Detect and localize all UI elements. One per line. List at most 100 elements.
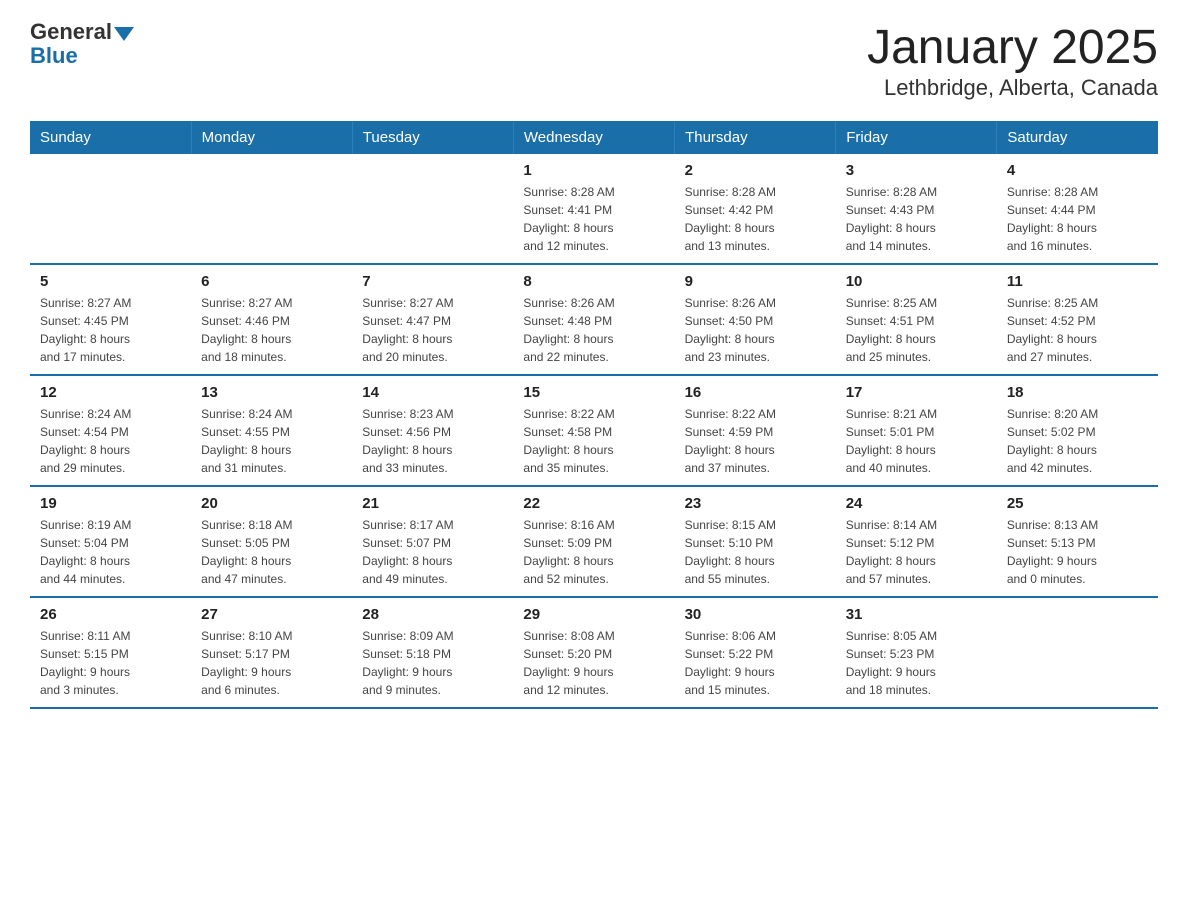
calendar-cell: 29Sunrise: 8:08 AM Sunset: 5:20 PM Dayli… <box>513 597 674 708</box>
day-number: 2 <box>685 162 826 179</box>
calendar-cell: 5 Sunrise: 8:27 AM Sunset: 4:45 PM Daylig… <box>30 264 191 375</box>
day-number: 15 <box>523 384 664 401</box>
day-number: 22 <box>523 495 664 512</box>
calendar-cell <box>352 154 513 264</box>
calendar-week-row: 5 Sunrise: 8:27 AM Sunset: 4:45 PM Daylig… <box>30 264 1158 375</box>
calendar-cell: 21 Sunrise: 8:17 AM Sunset: 5:07 PM Dayli… <box>352 486 513 597</box>
logo: General Blue <box>30 20 134 68</box>
day-info: Sunrise: 8:28 AM Sunset: 4:42 PM Dayligh… <box>685 183 826 255</box>
calendar-cell: 25Sunrise: 8:13 AM Sunset: 5:13 PM Dayli… <box>997 486 1158 597</box>
day-number: 28 <box>362 606 503 623</box>
day-number: 1 <box>523 162 664 179</box>
calendar-cell: 19Sunrise: 8:19 AM Sunset: 5:04 PM Dayli… <box>30 486 191 597</box>
day-of-week-header: Saturday <box>997 121 1158 154</box>
logo-general: General <box>30 20 112 44</box>
day-number: 13 <box>201 384 342 401</box>
calendar-cell: 8 Sunrise: 8:26 AM Sunset: 4:48 PM Daylig… <box>513 264 674 375</box>
calendar-cell: 30 Sunrise: 8:06 AM Sunset: 5:22 PM Dayli… <box>675 597 836 708</box>
day-info: Sunrise: 8:27 AM Sunset: 4:47 PM Dayligh… <box>362 294 503 366</box>
day-info: Sunrise: 8:15 AM Sunset: 5:10 PM Dayligh… <box>685 516 826 588</box>
day-info: Sunrise: 8:22 AM Sunset: 4:59 PM Dayligh… <box>685 405 826 477</box>
calendar-cell: 17 Sunrise: 8:21 AM Sunset: 5:01 PM Dayli… <box>836 375 997 486</box>
calendar-cell: 9Sunrise: 8:26 AM Sunset: 4:50 PM Daylig… <box>675 264 836 375</box>
calendar-body: 1Sunrise: 8:28 AM Sunset: 4:41 PM Daylig… <box>30 154 1158 708</box>
calendar-cell: 1Sunrise: 8:28 AM Sunset: 4:41 PM Daylig… <box>513 154 674 264</box>
day-number: 21 <box>362 495 503 512</box>
day-number: 10 <box>846 273 987 290</box>
calendar-cell: 22Sunrise: 8:16 AM Sunset: 5:09 PM Dayli… <box>513 486 674 597</box>
day-info: Sunrise: 8:22 AM Sunset: 4:58 PM Dayligh… <box>523 405 664 477</box>
calendar-table: SundayMondayTuesdayWednesdayThursdayFrid… <box>30 121 1158 709</box>
calendar-cell: 12Sunrise: 8:24 AM Sunset: 4:54 PM Dayli… <box>30 375 191 486</box>
day-number: 12 <box>40 384 181 401</box>
calendar-cell: 3 Sunrise: 8:28 AM Sunset: 4:43 PM Daylig… <box>836 154 997 264</box>
day-info: Sunrise: 8:05 AM Sunset: 5:23 PM Dayligh… <box>846 627 987 699</box>
calendar-cell: 4 Sunrise: 8:28 AM Sunset: 4:44 PM Daylig… <box>997 154 1158 264</box>
day-info: Sunrise: 8:23 AM Sunset: 4:56 PM Dayligh… <box>362 405 503 477</box>
day-number: 26 <box>40 606 181 623</box>
day-number: 5 <box>40 273 181 290</box>
calendar-cell: 31 Sunrise: 8:05 AM Sunset: 5:23 PM Dayli… <box>836 597 997 708</box>
day-info: Sunrise: 8:09 AM Sunset: 5:18 PM Dayligh… <box>362 627 503 699</box>
calendar-cell: 15 Sunrise: 8:22 AM Sunset: 4:58 PM Dayli… <box>513 375 674 486</box>
calendar-cell: 2 Sunrise: 8:28 AM Sunset: 4:42 PM Daylig… <box>675 154 836 264</box>
day-of-week-header: Tuesday <box>352 121 513 154</box>
day-number: 31 <box>846 606 987 623</box>
calendar-week-row: 12Sunrise: 8:24 AM Sunset: 4:54 PM Dayli… <box>30 375 1158 486</box>
day-number: 18 <box>1007 384 1148 401</box>
day-number: 30 <box>685 606 826 623</box>
calendar-cell: 14 Sunrise: 8:23 AM Sunset: 4:56 PM Dayli… <box>352 375 513 486</box>
day-info: Sunrise: 8:27 AM Sunset: 4:46 PM Dayligh… <box>201 294 342 366</box>
calendar-cell <box>997 597 1158 708</box>
day-number: 8 <box>523 273 664 290</box>
day-of-week-header: Friday <box>836 121 997 154</box>
day-info: Sunrise: 8:17 AM Sunset: 5:07 PM Dayligh… <box>362 516 503 588</box>
day-info: Sunrise: 8:24 AM Sunset: 4:55 PM Dayligh… <box>201 405 342 477</box>
day-info: Sunrise: 8:18 AM Sunset: 5:05 PM Dayligh… <box>201 516 342 588</box>
calendar-cell: 26 Sunrise: 8:11 AM Sunset: 5:15 PM Dayli… <box>30 597 191 708</box>
calendar-cell: 16 Sunrise: 8:22 AM Sunset: 4:59 PM Dayli… <box>675 375 836 486</box>
day-info: Sunrise: 8:14 AM Sunset: 5:12 PM Dayligh… <box>846 516 987 588</box>
day-number: 11 <box>1007 273 1148 290</box>
title-block: January 2025 Lethbridge, Alberta, Canada <box>867 20 1158 101</box>
day-number: 27 <box>201 606 342 623</box>
calendar-cell: 6 Sunrise: 8:27 AM Sunset: 4:46 PM Daylig… <box>191 264 352 375</box>
day-number: 3 <box>846 162 987 179</box>
day-of-week-header: Thursday <box>675 121 836 154</box>
calendar-subtitle: Lethbridge, Alberta, Canada <box>867 75 1158 101</box>
calendar-cell: 18 Sunrise: 8:20 AM Sunset: 5:02 PM Dayli… <box>997 375 1158 486</box>
calendar-cell: 28 Sunrise: 8:09 AM Sunset: 5:18 PM Dayli… <box>352 597 513 708</box>
calendar-cell: 13 Sunrise: 8:24 AM Sunset: 4:55 PM Dayli… <box>191 375 352 486</box>
calendar-cell: 23 Sunrise: 8:15 AM Sunset: 5:10 PM Dayli… <box>675 486 836 597</box>
day-number: 16 <box>685 384 826 401</box>
day-number: 6 <box>201 273 342 290</box>
day-info: Sunrise: 8:28 AM Sunset: 4:44 PM Dayligh… <box>1007 183 1148 255</box>
page-header: General Blue January 2025 Lethbridge, Al… <box>30 20 1158 101</box>
calendar-cell: 7Sunrise: 8:27 AM Sunset: 4:47 PM Daylig… <box>352 264 513 375</box>
calendar-week-row: 19Sunrise: 8:19 AM Sunset: 5:04 PM Dayli… <box>30 486 1158 597</box>
calendar-week-row: 26 Sunrise: 8:11 AM Sunset: 5:15 PM Dayli… <box>30 597 1158 708</box>
calendar-cell: 10 Sunrise: 8:25 AM Sunset: 4:51 PM Dayli… <box>836 264 997 375</box>
calendar-cell <box>191 154 352 264</box>
day-number: 24 <box>846 495 987 512</box>
day-info: Sunrise: 8:20 AM Sunset: 5:02 PM Dayligh… <box>1007 405 1148 477</box>
calendar-cell: 24 Sunrise: 8:14 AM Sunset: 5:12 PM Dayli… <box>836 486 997 597</box>
day-of-week-header: Wednesday <box>513 121 674 154</box>
day-number: 4 <box>1007 162 1148 179</box>
day-info: Sunrise: 8:10 AM Sunset: 5:17 PM Dayligh… <box>201 627 342 699</box>
calendar-title: January 2025 <box>867 20 1158 75</box>
day-number: 17 <box>846 384 987 401</box>
day-number: 23 <box>685 495 826 512</box>
days-of-week-row: SundayMondayTuesdayWednesdayThursdayFrid… <box>30 121 1158 154</box>
day-info: Sunrise: 8:25 AM Sunset: 4:52 PM Dayligh… <box>1007 294 1148 366</box>
day-number: 14 <box>362 384 503 401</box>
day-info: Sunrise: 8:11 AM Sunset: 5:15 PM Dayligh… <box>40 627 181 699</box>
day-info: Sunrise: 8:26 AM Sunset: 4:48 PM Dayligh… <box>523 294 664 366</box>
day-number: 25 <box>1007 495 1148 512</box>
day-info: Sunrise: 8:27 AM Sunset: 4:45 PM Dayligh… <box>40 294 181 366</box>
day-info: Sunrise: 8:06 AM Sunset: 5:22 PM Dayligh… <box>685 627 826 699</box>
day-info: Sunrise: 8:21 AM Sunset: 5:01 PM Dayligh… <box>846 405 987 477</box>
day-info: Sunrise: 8:28 AM Sunset: 4:43 PM Dayligh… <box>846 183 987 255</box>
day-number: 20 <box>201 495 342 512</box>
day-info: Sunrise: 8:25 AM Sunset: 4:51 PM Dayligh… <box>846 294 987 366</box>
